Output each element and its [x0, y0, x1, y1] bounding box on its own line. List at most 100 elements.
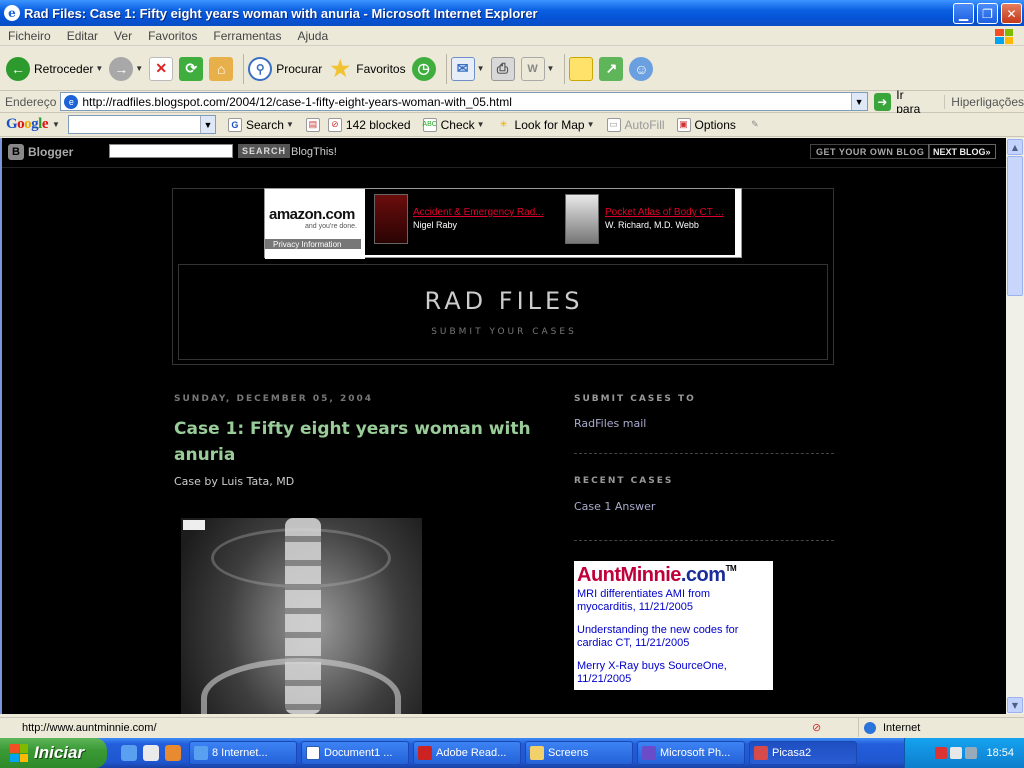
refresh-button[interactable]: ⟳	[179, 56, 204, 81]
chevron-down-icon[interactable]: ▼	[286, 120, 294, 129]
book-cover[interactable]	[565, 194, 599, 244]
spellcheck-icon: ABC	[422, 117, 437, 132]
go-arrow-icon[interactable]: ➜	[873, 92, 892, 111]
chevron-down-icon[interactable]: ▼	[52, 120, 60, 129]
google-logo[interactable]: Google	[6, 116, 49, 133]
xray-image[interactable]	[181, 518, 422, 714]
tray-icon[interactable]	[935, 747, 948, 759]
menu-edit[interactable]: Editar	[59, 29, 106, 43]
picasa-icon	[754, 746, 768, 760]
blog-search-button[interactable]: SEARCH	[238, 144, 291, 158]
vertical-scrollbar[interactable]: ▲ ▼	[1006, 138, 1024, 714]
search-button[interactable]: ⚲ Procurar	[248, 56, 322, 81]
look-for-map-button[interactable]: ✳ Look for Map ▼	[497, 118, 595, 132]
blogger-label: Blogger	[28, 145, 74, 159]
radfiles-mail-link[interactable]: RadFiles mail	[574, 417, 646, 430]
book-title-link[interactable]: Pocket Atlas of Body CT ...	[605, 207, 724, 218]
chevron-down-icon[interactable]: ▼	[587, 120, 595, 129]
scroll-up-icon[interactable]: ▲	[1007, 139, 1023, 155]
blog-title[interactable]: RAD FILES	[179, 287, 829, 315]
edit-button[interactable]: W ▼	[520, 56, 555, 81]
highlighter-button[interactable]: ✎	[748, 118, 762, 132]
taskbar-word[interactable]: Document1 ...	[301, 741, 409, 765]
photo-editor-icon	[642, 746, 656, 760]
chevron-down-icon[interactable]: ▼	[95, 64, 103, 73]
blogthis-link[interactable]: BlogThis!	[291, 146, 337, 158]
research-button[interactable]: ↗	[599, 56, 624, 81]
get-your-own-blog-button[interactable]: GET YOUR OWN BLOG	[810, 144, 931, 159]
chevron-down-icon[interactable]: ▼	[477, 120, 485, 129]
taskbar-photo[interactable]: Microsoft Ph...	[637, 741, 745, 765]
notes-button[interactable]	[569, 56, 594, 81]
go-button[interactable]: Ir para	[896, 88, 930, 116]
blog-search-input[interactable]	[109, 144, 233, 158]
news-link[interactable]: Understanding the new codes for cardiac …	[577, 624, 767, 650]
clock[interactable]: 18:54	[986, 747, 1014, 759]
address-input[interactable]: e http://radfiles.blogspot.com/2004/12/c…	[60, 92, 868, 111]
address-bar: Endereço e http://radfiles.blogspot.com/…	[0, 88, 1024, 116]
chevron-down-icon[interactable]: ▼	[850, 93, 867, 110]
ie-quicklaunch-icon[interactable]	[121, 745, 137, 761]
history-button[interactable]: ◷	[411, 56, 436, 81]
taskbar-adobe[interactable]: Adobe Read...	[413, 741, 521, 765]
taskbar-picasa[interactable]: Picasa2	[749, 741, 857, 765]
menu-file[interactable]: Ficheiro	[0, 29, 59, 43]
favorites-button[interactable]: ★ Favoritos	[328, 55, 405, 81]
minimize-button[interactable]: ▁	[953, 3, 974, 24]
popup-blocker-button[interactable]: ⊘ 142 blocked	[327, 117, 411, 132]
media-player-icon[interactable]	[165, 745, 181, 761]
restore-button[interactable]: ❐	[977, 3, 998, 24]
search-icon: ⚲	[248, 56, 273, 81]
menu-view[interactable]: Ver	[106, 29, 140, 43]
autofill-icon: ▭	[606, 117, 621, 132]
xray-detail	[201, 658, 401, 714]
tray-icon[interactable]	[950, 747, 963, 759]
title-bar[interactable]: e Rad Files: Case 1: Fifty eight years w…	[0, 0, 1024, 26]
start-button[interactable]: Iniciar	[0, 738, 107, 768]
news-link[interactable]: Merry X-Ray buys SourceOne, 11/21/2005	[577, 660, 767, 686]
chevron-down-icon[interactable]: ▼	[135, 64, 143, 73]
book-cover[interactable]	[374, 194, 408, 244]
chevron-down-icon[interactable]: ▼	[547, 64, 555, 73]
chevron-down-icon[interactable]: ▼	[199, 116, 215, 133]
window-title: Rad Files: Case 1: Fifty eight years wom…	[24, 5, 538, 21]
menu-favorites[interactable]: Favoritos	[140, 29, 205, 43]
autofill-button[interactable]: ▭ AutoFill	[606, 117, 665, 132]
blogger-logo[interactable]: B Blogger	[8, 144, 73, 160]
options-button[interactable]: ▣ Options	[676, 117, 736, 132]
spellcheck-button[interactable]: ABC Check ▼	[422, 117, 485, 132]
chevron-down-icon[interactable]: ▼	[477, 64, 485, 73]
back-button[interactable]: ← Retroceder ▼	[6, 56, 103, 81]
next-blog-button[interactable]: NEXT BLOG»	[928, 144, 996, 159]
privacy-link[interactable]: Privacy Information	[265, 239, 361, 249]
post-title[interactable]: Case 1: Fifty eight years woman with anu…	[174, 416, 534, 468]
messenger-button[interactable]: ☺	[629, 56, 654, 81]
print-button[interactable]: ⎙	[490, 56, 515, 81]
taskbar-ie[interactable]: 8 Internet...	[189, 741, 297, 765]
folder-icon	[530, 746, 544, 760]
book-title-link[interactable]: Accident & Emergency Rad...	[413, 207, 544, 218]
links-button[interactable]: Hiperligações	[944, 94, 1024, 109]
scroll-thumb[interactable]	[1007, 156, 1023, 296]
scroll-down-icon[interactable]: ▼	[1007, 697, 1023, 713]
google-toolbar: Google ▼ ▼ G Search ▼ ▤ ⊘ 142 blocked AB…	[0, 113, 1024, 137]
close-button[interactable]: ✕	[1001, 3, 1022, 24]
desktop-icon[interactable]	[143, 745, 159, 761]
google-search-button[interactable]: G Search ▼	[227, 117, 294, 132]
auntminnie-logo[interactable]: AuntMinnie.comTM	[577, 564, 737, 587]
recent-case-link[interactable]: Case 1 Answer	[574, 500, 655, 513]
menu-tools[interactable]: Ferramentas	[205, 29, 289, 43]
network-icon[interactable]	[965, 747, 978, 759]
news-link[interactable]: MRI differentiates AMI from myocarditis,…	[577, 588, 767, 614]
star-icon: ★	[330, 55, 351, 81]
google-search-input[interactable]: ▼	[67, 115, 216, 134]
forward-button[interactable]: → ▼	[109, 56, 143, 81]
home-button[interactable]: ⌂	[209, 56, 234, 81]
amazon-ad[interactable]: amazon.com and you're done. Privacy Info…	[264, 188, 742, 259]
stop-button[interactable]: ✕	[149, 56, 174, 81]
amazon-logo[interactable]: amazon.com and you're done. Privacy Info…	[265, 189, 365, 259]
news-button[interactable]: ▤	[305, 117, 320, 132]
mail-button[interactable]: ✉ ▼	[450, 56, 485, 81]
menu-help[interactable]: Ajuda	[289, 29, 336, 43]
taskbar-screens[interactable]: Screens	[525, 741, 633, 765]
